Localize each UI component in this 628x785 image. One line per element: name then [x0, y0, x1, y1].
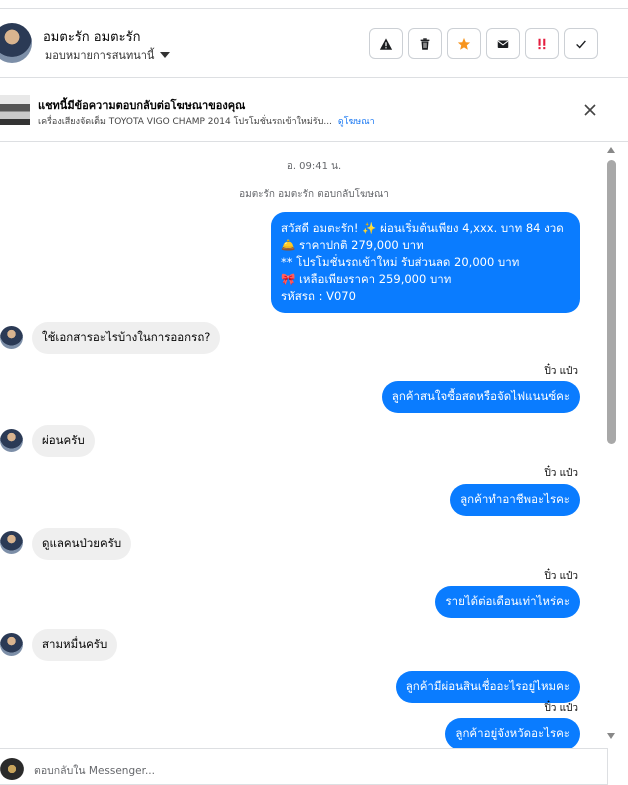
messenger-conversation-panel: อมตะรัก อมตะรัก มอบหมายการสนทนานี้ แชทนี… [0, 0, 628, 785]
sender-name: ปิ๋ว แป๋ว [544, 571, 578, 582]
incoming-message[interactable]: ผ่อนครับ [32, 425, 95, 457]
contact-avatar-small [0, 429, 23, 452]
contact-avatar-small [0, 531, 23, 554]
outgoing-message[interactable]: ลูกค้าสนใจซื้อสดหรือจัดไฟแนนซ์คะ [381, 381, 580, 413]
star-icon [457, 37, 471, 50]
contact-name[interactable]: อมตะรัก อมตะรัก [43, 26, 140, 47]
promo-line: ** โปรโมชั่นรถเข้าใหม่ รับส่วนลด 20,000 … [281, 255, 520, 269]
sender-name: ปิ๋ว แป๋ว [544, 366, 578, 377]
close-icon[interactable] [582, 102, 598, 118]
promo-line: 🎀 เหลือเพียงราคา 259,000 บาท [281, 272, 452, 286]
sender-name: ปิ๋ว แป๋ว [544, 703, 578, 714]
promo-line: สวัสดี อมตะรัก! ✨ ผ่อนเริ่มต้นเพียง 4,xx… [281, 221, 564, 235]
priority-button[interactable] [525, 28, 559, 59]
ad-banner-subtitle: เครื่องเสียงจัดเต็ม TOYOTA VIGO CHAMP 20… [38, 114, 375, 128]
reply-composer[interactable]: ตอบกลับใน Messenger... [0, 748, 608, 785]
ad-thumbnail [0, 95, 30, 125]
warning-button[interactable] [369, 28, 403, 59]
conversation-header: อมตะรัก อมตะรัก มอบหมายการสนทนานี้ [0, 8, 628, 78]
scrollbar-thumb[interactable] [607, 160, 616, 444]
header-actions [369, 28, 598, 59]
exclamation-icon [538, 38, 546, 49]
message-thread: อ. 09:41 น. อมตะรัก อมตะรัก ตอบกลับโฆษณา… [0, 143, 628, 748]
trash-icon [420, 37, 430, 50]
warning-icon [379, 37, 393, 50]
incoming-message[interactable]: ใช้เอกสารอะไรบ้างในการออกรถ? [32, 322, 221, 354]
outgoing-message[interactable]: รายได้ต่อเดือนเท่าไหร่คะ [435, 586, 580, 618]
assign-label: มอบหมายการสนทนานี้ [45, 49, 155, 62]
caret-down-icon [160, 52, 171, 58]
done-button[interactable] [564, 28, 598, 59]
contact-avatar-small [0, 633, 23, 656]
outgoing-message-promo[interactable]: สวัสดี อมตะรัก! ✨ ผ่อนเริ่มต้นเพียง 4,xx… [271, 212, 580, 313]
ad-reply-banner: แชทนี้มีข้อความตอบกลับต่อโฆษณาของคุณ เคร… [0, 79, 628, 142]
star-button[interactable] [447, 28, 481, 59]
outgoing-message[interactable]: ลูกค้าอยู่จังหวัดอะไรคะ [445, 718, 580, 748]
scroll-up-arrow-icon[interactable] [607, 147, 615, 153]
ad-description: เครื่องเสียงจัดเต็ม TOYOTA VIGO CHAMP 20… [38, 117, 332, 127]
incoming-message[interactable]: สามหมื่นครับ [32, 629, 118, 661]
contact-avatar-small [0, 326, 23, 349]
sender-name: ปิ๋ว แป๋ว [544, 468, 578, 479]
mail-button[interactable] [486, 28, 520, 59]
outgoing-message[interactable]: ลูกค้าทำอาชีพอะไรคะ [450, 484, 580, 516]
ad-banner-title: แชทนี้มีข้อความตอบกลับต่อโฆษณาของคุณ [38, 99, 246, 112]
message-timestamp: อ. 09:41 น. [286, 161, 342, 172]
ad-reply-note: อมตะรัก อมตะรัก ตอบกลับโฆษณา [239, 189, 389, 200]
view-ad-link[interactable]: ดูโฆษณา [338, 117, 375, 127]
promo-line: 🛎️ ราคาปกติ 279,000 บาท [281, 238, 424, 252]
scroll-down-arrow-icon[interactable] [607, 733, 615, 739]
page-avatar [0, 758, 24, 780]
delete-button[interactable] [408, 28, 442, 59]
envelope-icon [497, 40, 509, 48]
check-icon [576, 39, 586, 49]
assign-conversation-dropdown[interactable]: มอบหมายการสนทนานี้ [45, 46, 171, 64]
incoming-message[interactable]: ดูแลคนป่วยครับ [32, 528, 132, 560]
promo-line: รหัสรถ : V070 [281, 289, 356, 303]
reply-input[interactable]: ตอบกลับใน Messenger... [34, 762, 155, 779]
outgoing-message[interactable]: ลูกค้ามีผ่อนสินเชื่ออะไรอยู่ไหมคะ [395, 671, 580, 703]
contact-avatar[interactable] [0, 23, 32, 63]
